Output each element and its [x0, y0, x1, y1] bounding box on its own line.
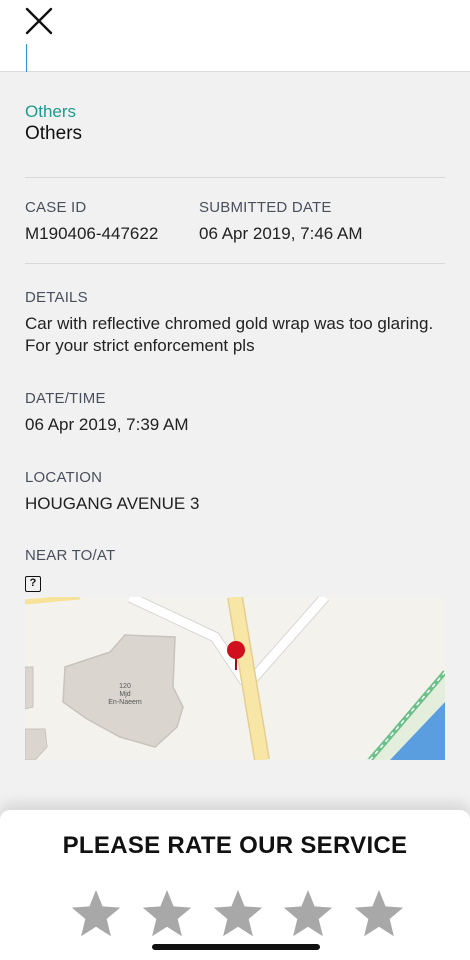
- close-icon[interactable]: [22, 4, 56, 38]
- star-2-icon[interactable]: [141, 888, 193, 940]
- location-map[interactable]: 120 Mjd En-Naeem: [25, 597, 445, 760]
- home-indicator[interactable]: [152, 944, 320, 950]
- rating-stars: [70, 888, 405, 940]
- star-1-icon[interactable]: [70, 888, 122, 940]
- datetime-section: DATE/TIME 06 Apr 2019, 7:39 AM: [25, 390, 445, 436]
- case-id-value: M190406-447622: [25, 224, 159, 243]
- location-label: LOCATION: [25, 469, 103, 486]
- case-id-section: CASE ID M190406-447622: [25, 199, 199, 245]
- details-label: DETAILS: [25, 289, 88, 306]
- category-label: Others: [25, 102, 77, 121]
- top-bar: [0, 0, 470, 72]
- submitted-date-label: SUBMITTED DATE: [199, 199, 332, 216]
- details-section: DETAILS Car with reflective chromed gold…: [25, 289, 445, 357]
- datetime-value: 06 Apr 2019, 7:39 AM: [25, 415, 189, 434]
- map-graphic: [25, 597, 445, 760]
- category-value: Others: [25, 123, 83, 144]
- datetime-label: DATE/TIME: [25, 390, 106, 407]
- building-name-line2: En-Naeem: [108, 699, 142, 706]
- divider: [25, 263, 445, 264]
- location-section: LOCATION HOUGANG AVENUE 3: [25, 469, 445, 515]
- submitted-date-value: 06 Apr 2019, 7:46 AM: [199, 224, 363, 243]
- rating-title: PLEASE RATE OUR SERVICE: [62, 832, 408, 859]
- submitted-date-section: SUBMITTED DATE 06 Apr 2019, 7:46 AM: [199, 199, 363, 245]
- star-3-icon[interactable]: [212, 888, 264, 940]
- text-cursor: [26, 44, 27, 72]
- location-value: HOUGANG AVENUE 3: [25, 494, 200, 513]
- case-details: Others Others CASE ID M190406-447622 SUB…: [25, 72, 445, 592]
- building-number: 120: [119, 683, 131, 690]
- map-building-label: 120 Mjd En-Naeem: [105, 683, 145, 707]
- rating-sheet: PLEASE RATE OUR SERVICE: [0, 810, 470, 960]
- divider: [25, 177, 445, 178]
- star-4-icon[interactable]: [282, 888, 334, 940]
- near-label: NEAR TO/AT: [25, 547, 116, 564]
- case-info-row: CASE ID M190406-447622 SUBMITTED DATE 06…: [25, 199, 445, 245]
- unknown-image-icon: ?: [25, 576, 41, 592]
- details-value: Car with reflective chromed gold wrap wa…: [25, 314, 434, 355]
- case-id-label: CASE ID: [25, 199, 87, 216]
- near-section: NEAR TO/AT ?: [25, 547, 445, 592]
- building-name-line1: Mjd: [119, 691, 131, 698]
- star-5-icon[interactable]: [353, 888, 405, 940]
